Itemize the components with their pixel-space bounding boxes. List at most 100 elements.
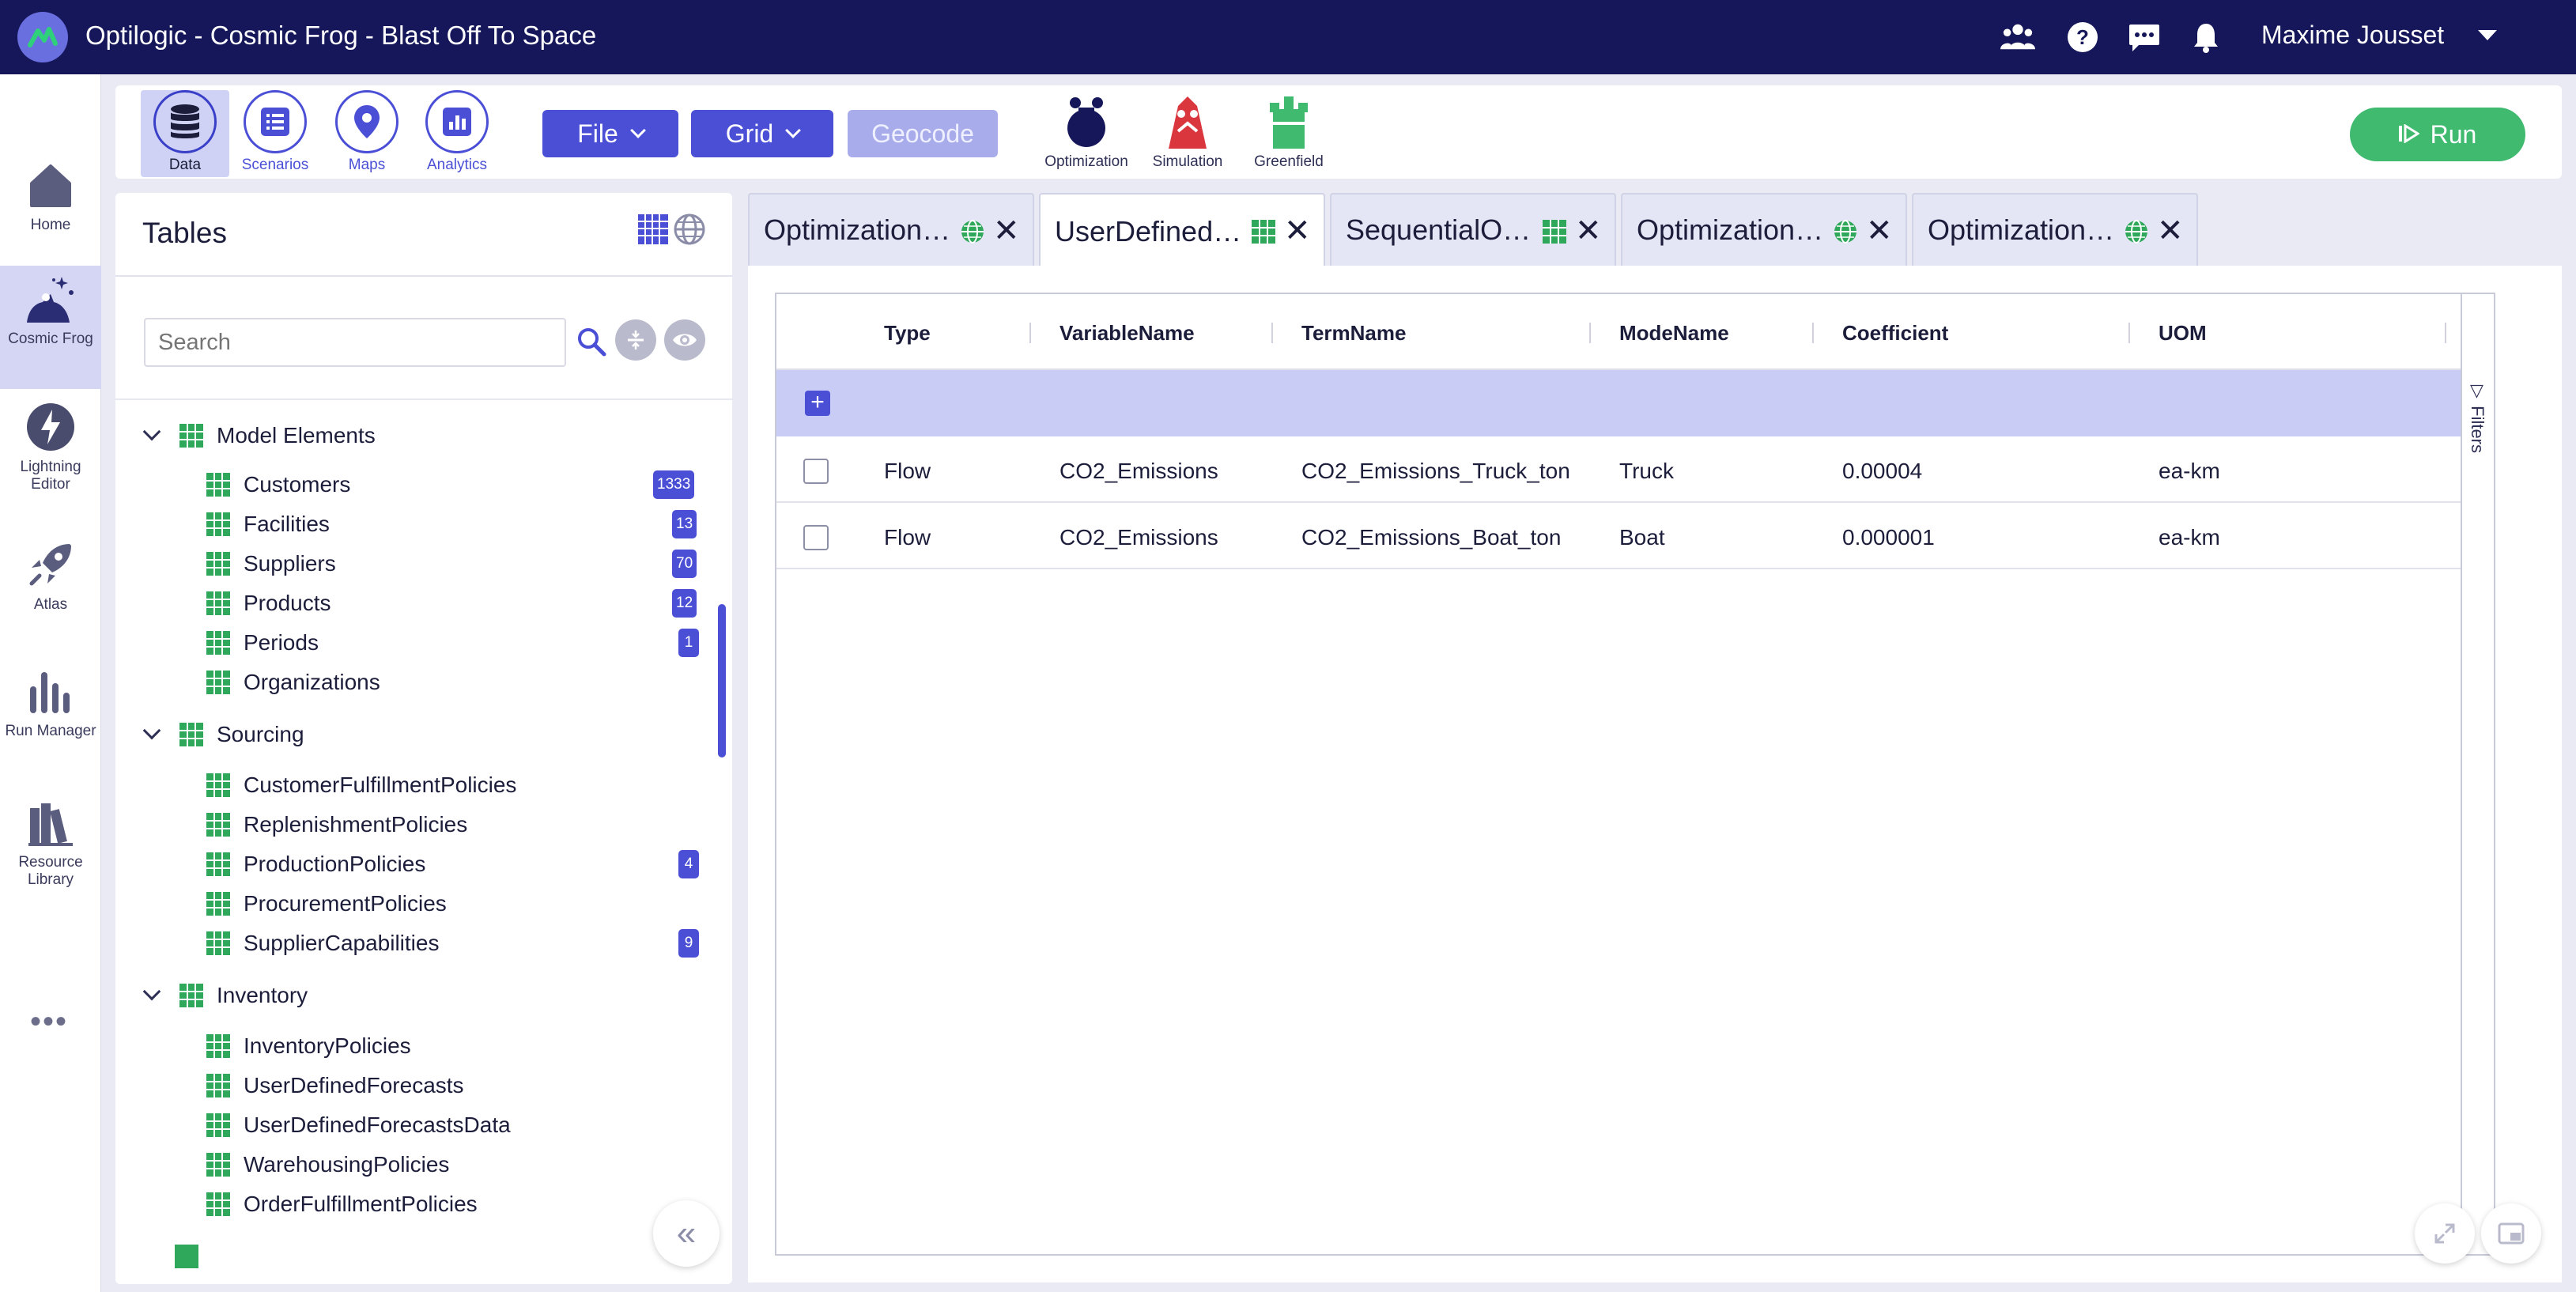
help-icon[interactable]: ? <box>2065 20 2100 55</box>
add-row-button[interactable]: + <box>805 391 830 416</box>
tables-scrollbar[interactable] <box>718 604 726 757</box>
picture-in-picture-icon[interactable] <box>2481 1203 2541 1264</box>
cell-uom[interactable]: ea-km <box>2159 459 2220 484</box>
column-separator[interactable] <box>1271 323 1273 343</box>
cell-mode-name[interactable]: Boat <box>1619 525 1665 550</box>
tab-optimization-2[interactable]: Optimization… ✕ <box>1621 193 1907 266</box>
tree-item-facilities[interactable]: Facilities <box>206 504 330 544</box>
cell-coefficient[interactable]: 0.00004 <box>1842 459 1922 484</box>
cell-type[interactable]: Flow <box>884 459 931 484</box>
rail-item-cosmic-frog[interactable]: Cosmic Frog <box>0 266 101 389</box>
close-icon[interactable]: ✕ <box>1575 215 1602 247</box>
row-checkbox[interactable] <box>803 525 829 550</box>
more-icon[interactable]: ••• <box>30 1004 68 1040</box>
column-separator[interactable] <box>2445 323 2446 343</box>
tree-group-model-elements[interactable]: Model Elements <box>142 416 376 455</box>
column-separator[interactable] <box>1029 323 1031 343</box>
cell-term-name[interactable]: CO2_Emissions_Boat_ton <box>1301 525 1561 550</box>
rail-item-resource-library[interactable]: Resource Library <box>0 794 101 897</box>
tree-group-partial[interactable] <box>174 1237 212 1276</box>
column-header-mode-name[interactable]: ModeName <box>1619 321 1729 346</box>
tree-group-inventory[interactable]: Inventory <box>142 976 308 1015</box>
close-icon[interactable]: ✕ <box>1866 215 1893 247</box>
tree-item-products[interactable]: Products <box>206 584 331 623</box>
chevron-down-icon[interactable] <box>2478 30 2497 40</box>
globe-view-icon[interactable] <box>674 213 705 249</box>
tree-item-user-defined-forecasts[interactable]: UserDefinedForecasts <box>206 1066 464 1105</box>
mode-scenarios[interactable]: Scenarios <box>231 90 319 174</box>
cell-variable-name[interactable]: CO2_Emissions <box>1059 525 1218 550</box>
tree-item-supplier-capabilities[interactable]: SupplierCapabilities <box>206 924 439 963</box>
column-separator[interactable] <box>2128 323 2130 343</box>
tab-optimization-3[interactable]: Optimization… ✕ <box>1912 193 2198 266</box>
rail-item-home[interactable]: Home <box>0 157 101 236</box>
tree-item-customer-fulfillment-policies[interactable]: CustomerFulfillmentPolicies <box>206 765 516 805</box>
column-header-term-name[interactable]: TermName <box>1301 321 1406 346</box>
column-separator[interactable] <box>1589 323 1591 343</box>
team-icon[interactable] <box>2000 20 2035 55</box>
tab-optimization-1[interactable]: Optimization… ✕ <box>748 193 1034 266</box>
close-icon[interactable]: ✕ <box>2157 215 2184 247</box>
search-icon[interactable] <box>576 326 607 361</box>
geocode-button[interactable]: Geocode <box>848 110 998 157</box>
grid-view-icon[interactable] <box>637 213 669 249</box>
tree-item-customers[interactable]: Customers <box>206 465 350 504</box>
eye-icon[interactable] <box>664 319 705 361</box>
cell-variable-name[interactable]: CO2_Emissions <box>1059 459 1218 484</box>
tree-item-periods[interactable]: Periods <box>206 623 319 663</box>
cell-mode-name[interactable]: Truck <box>1619 459 1674 484</box>
tree-item-organizations[interactable]: Organizations <box>206 663 380 702</box>
chat-icon[interactable] <box>2127 20 2162 55</box>
tree-item-production-policies[interactable]: ProductionPolicies <box>206 844 425 884</box>
rail-item-run-manager[interactable]: Run Manager <box>0 663 101 765</box>
expand-icon[interactable] <box>2415 1203 2475 1264</box>
grid-menu-button[interactable]: Grid <box>691 110 833 157</box>
close-icon[interactable]: ✕ <box>1284 215 1311 247</box>
table-row[interactable]: Flow CO2_Emissions CO2_Emissions_Boat_to… <box>776 503 2461 569</box>
cell-coefficient[interactable]: 0.000001 <box>1842 525 1935 550</box>
run-button[interactable]: Run <box>2350 108 2525 161</box>
collapse-all-icon[interactable] <box>615 319 656 361</box>
mode-analytics[interactable]: Analytics <box>413 90 501 174</box>
table-icon <box>206 551 231 576</box>
tree-item-warehousing-policies[interactable]: WarehousingPolicies <box>206 1145 449 1184</box>
cell-type[interactable]: Flow <box>884 525 931 550</box>
engine-simulation[interactable]: Simulation <box>1132 92 1243 171</box>
mode-data[interactable]: Data <box>141 90 229 177</box>
file-menu-button[interactable]: File <box>542 110 678 157</box>
row-checkbox[interactable] <box>803 459 829 484</box>
column-header-uom[interactable]: UOM <box>2159 321 2207 346</box>
bell-icon[interactable] <box>2189 20 2223 55</box>
rail-item-lightning-editor[interactable]: Lightning Editor <box>0 399 101 493</box>
table-row[interactable]: Flow CO2_Emissions CO2_Emissions_Truck_t… <box>776 436 2461 503</box>
chevron-down-icon[interactable] <box>142 721 161 740</box>
tab-sequential[interactable]: SequentialO… ✕ <box>1330 193 1616 266</box>
tree-item-inventory-policies[interactable]: InventoryPolicies <box>206 1026 411 1066</box>
column-separator[interactable] <box>1812 323 1814 343</box>
chevron-down-icon[interactable] <box>142 982 161 1001</box>
optilogic-logo[interactable] <box>17 12 68 62</box>
engine-greenfield[interactable]: Greenfield <box>1233 92 1344 171</box>
tree-item-replenishment-policies[interactable]: ReplenishmentPolicies <box>206 805 467 844</box>
collapse-panel-icon[interactable]: « <box>653 1200 720 1267</box>
mode-maps[interactable]: Maps <box>323 90 411 174</box>
tree-item-procurement-policies[interactable]: ProcurementPolicies <box>206 884 447 924</box>
column-header-type[interactable]: Type <box>884 321 931 346</box>
tables-search-input[interactable] <box>144 318 566 367</box>
tree-item-suppliers[interactable]: Suppliers <box>206 544 336 584</box>
tree-group-sourcing[interactable]: Sourcing <box>142 715 304 754</box>
tab-user-defined[interactable]: UserDefined… ✕ <box>1039 193 1325 269</box>
engine-optimization[interactable]: Optimization <box>1031 92 1142 171</box>
close-icon[interactable]: ✕ <box>993 215 1020 247</box>
filters-sidebar[interactable]: ▽ Filters <box>2461 294 2495 1254</box>
tree-item-order-fulfillment-policies[interactable]: OrderFulfillmentPolicies <box>206 1184 478 1224</box>
column-header-coefficient[interactable]: Coefficient <box>1842 321 1948 346</box>
rail-item-atlas[interactable]: Atlas <box>0 536 101 623</box>
column-header-variable-name[interactable]: VariableName <box>1059 321 1195 346</box>
cell-uom[interactable]: ea-km <box>2159 525 2220 550</box>
tree-item-user-defined-forecasts-data[interactable]: UserDefinedForecastsData <box>206 1105 511 1145</box>
cell-term-name[interactable]: CO2_Emissions_Truck_ton <box>1301 459 1570 484</box>
filters-toggle[interactable]: ▽ Filters <box>2467 381 2487 453</box>
user-name[interactable]: Maxime Jousset <box>2261 21 2444 50</box>
chevron-down-icon[interactable] <box>142 422 161 441</box>
